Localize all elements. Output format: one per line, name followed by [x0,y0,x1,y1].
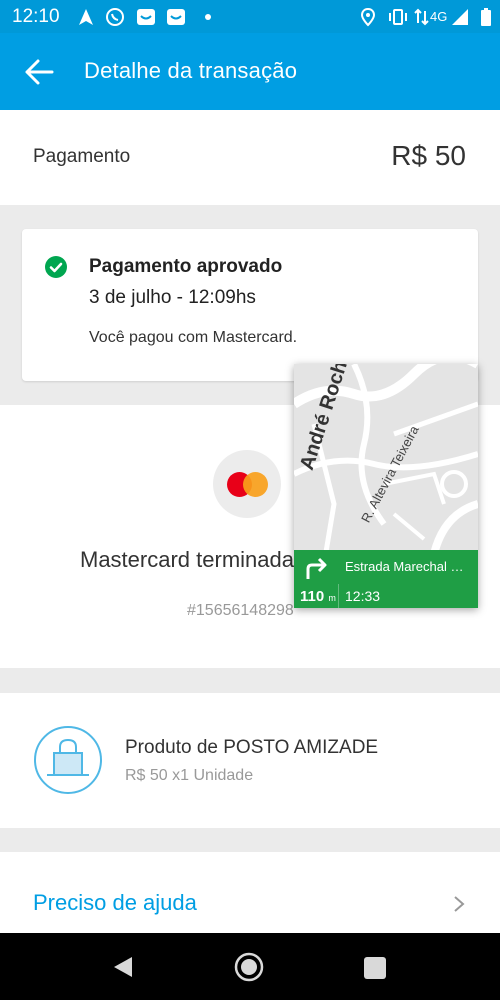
app-bar: Detalhe da transação [0,33,500,110]
operation-id: #15656148298 [187,602,294,619]
map-navigation-overlay[interactable]: André Rocha R. Altevira Teixeira Estrada… [294,364,478,608]
page-title: Detalhe da transação [84,58,298,83]
check-circle-icon [45,256,67,278]
turn-right-icon [306,557,327,579]
summary-amount: R$ 50 [391,140,466,171]
status-datetime: 3 de julho - 12:09hs [89,287,256,308]
nav-home-icon[interactable] [234,952,264,982]
distance: 110 m [300,588,336,605]
chevron-right-icon [454,896,465,912]
location-pin-icon [360,7,376,27]
help-link[interactable]: Preciso de ajuda [33,890,197,916]
next-street: Estrada Marechal Miguel [345,559,473,574]
mail-icon [137,9,155,25]
help-row[interactable]: Preciso de ajuda [0,852,500,933]
signal-icon [452,9,468,25]
product-detail: R$ 50 x1 Unidade [125,767,254,784]
eta-time: 12:33 [345,588,381,604]
network-type: 4G [430,9,448,24]
product-card: Produto de POSTO AMIZADE R$ 50 x1 Unidad… [0,693,500,828]
navigation-arrow-icon [79,9,93,25]
status-bar: 12:10 4G [0,0,500,33]
signal-arrows-icon [414,8,429,26]
nav-back-icon[interactable] [113,956,133,978]
dot-icon [205,14,211,20]
system-nav-bar [0,933,500,1000]
arrow-left-icon[interactable] [22,55,56,89]
status-card: Pagamento aprovado 3 de julho - 12:09hs … [22,229,478,381]
card-description: Mastercard terminada [80,547,294,572]
nav-recent-icon[interactable] [364,957,386,979]
summary-label: Pagamento [33,146,131,167]
payment-summary: Pagamento R$ 50 [0,110,500,205]
status-description: Você pagou com Mastercard. [89,329,298,346]
vibrate-icon [389,9,407,25]
status-time: 12:10 [12,6,60,27]
battery-icon [481,8,491,26]
whatsapp-icon [106,8,124,26]
product-name: Produto de POSTO AMIZADE [125,737,379,758]
navigation-panel[interactable]: Estrada Marechal Miguel 110 m 12:33 [294,550,478,608]
mail-icon [167,9,185,25]
status-title: Pagamento aprovado [89,256,283,277]
shopping-bag-icon [34,726,102,794]
mastercard-icon [213,450,281,518]
